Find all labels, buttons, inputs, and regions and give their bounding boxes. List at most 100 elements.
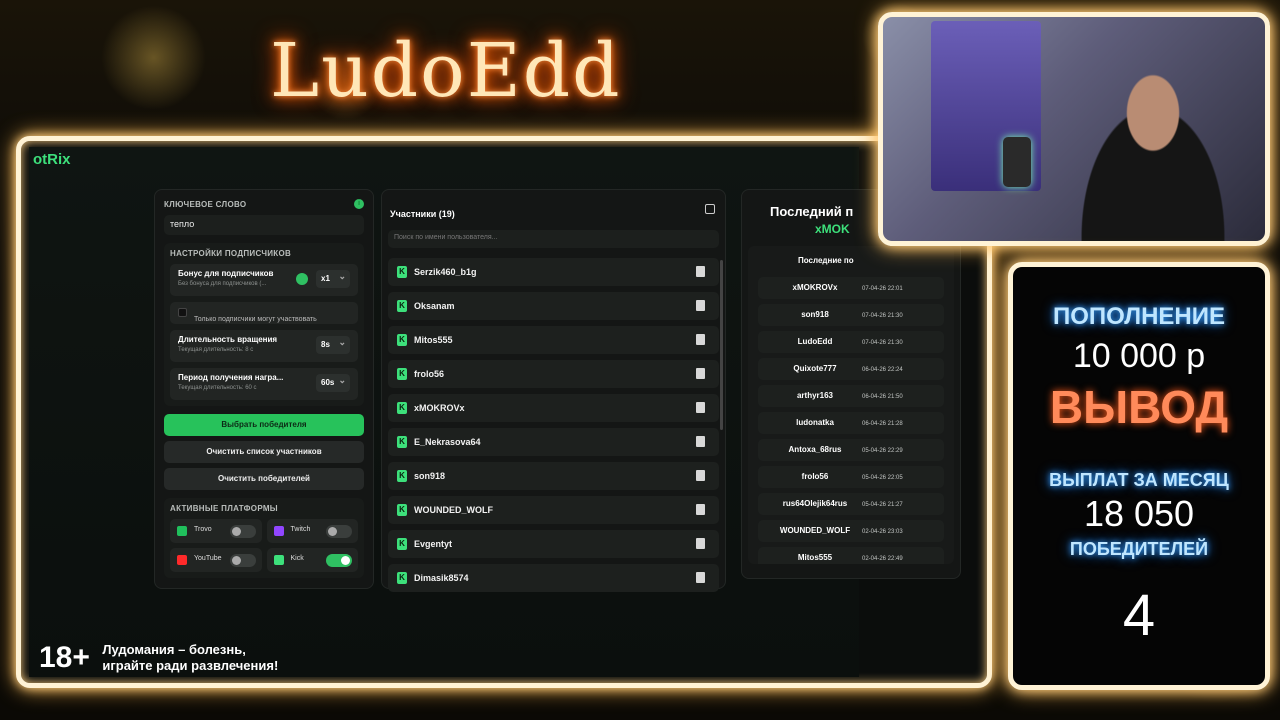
winner-row-date: 07-04-26 22:01 — [862, 286, 903, 292]
participant-search-input[interactable]: Поиск по имени пользователя... — [388, 230, 719, 248]
streamer-image — [1053, 57, 1253, 241]
winner-row: arthyr163 06-04-26 21:50 — [758, 385, 944, 407]
info-icon[interactable]: i — [354, 199, 364, 209]
participant-name: frolo56 — [414, 369, 445, 379]
pick-winner-button[interactable]: Выбрать победителя — [164, 414, 364, 436]
spin-row: Длительность вращения Текущая длительнос… — [170, 330, 358, 362]
platform-label: Twitch — [290, 526, 311, 533]
participant-name: son918 — [414, 471, 446, 481]
trash-icon[interactable] — [696, 334, 705, 345]
kick-icon: K — [397, 266, 407, 278]
participants-panel: Участники (19) Поиск по имени пользовате… — [381, 189, 726, 592]
platform-toggle[interactable] — [229, 525, 256, 538]
subscriber-settings: НАСТРОЙКИ ПОДПИСЧИКОВ Бонус для подписчи… — [164, 243, 364, 406]
winner-row-date: 06-04-26 21:28 — [862, 421, 903, 427]
trash-icon[interactable] — [696, 266, 705, 277]
clear-participants-button[interactable]: Очистить список участников — [164, 441, 364, 463]
channel-logo: LudoEdd — [270, 28, 640, 128]
winner-row-name: LudoEdd — [797, 337, 833, 346]
participant-row: K Mitos555 — [388, 326, 719, 354]
platform-label: YouTube — [194, 555, 222, 562]
trash-icon[interactable] — [696, 436, 705, 447]
trash-icon[interactable] — [696, 300, 705, 311]
participant-name: WOUNDED_WOLF — [414, 505, 493, 515]
reward-select[interactable]: 60s — [316, 374, 350, 392]
clear-winners-button[interactable]: Очистить победителей — [164, 468, 364, 490]
spin-select[interactable]: 8s — [316, 336, 350, 354]
participant-row: KxMOKROVx — [388, 394, 719, 422]
participants-title: Участники (19) — [390, 209, 455, 219]
winner-row-name: rus64Olejik64rus — [782, 499, 848, 508]
platform-icon — [177, 526, 187, 536]
checkbox[interactable] — [178, 308, 187, 317]
participant-name: Dimasik8574 — [414, 573, 469, 583]
winner-row: WOUNDED_WOLF 02-04-26 23:03 — [758, 520, 944, 542]
winner-row-date: 02-04-26 23:03 — [862, 529, 903, 535]
winner-row: ludonatka 06-04-26 21:28 — [758, 412, 944, 434]
winners-value: 4 — [1122, 583, 1156, 648]
copy-icon[interactable] — [705, 204, 715, 214]
participant-row: K WOUNDED_WOLF — [388, 496, 719, 524]
platform-label: Kick — [290, 555, 304, 562]
bonus-select[interactable]: x1 — [316, 270, 350, 288]
platform-label: Trovo — [194, 526, 212, 533]
recent-winners-list: xMOKROVx 07-04-26 22:01 son918 07-04-26 21:… — [748, 277, 954, 564]
winner-row-name: Quixote777 — [793, 364, 837, 373]
app-brand: otRix — [33, 151, 71, 168]
winner-row-date: 05-04-26 22:29 — [862, 448, 903, 454]
winner-panel: Последний п xMOK Последние по xMOKROVx 07… — [741, 189, 961, 579]
participant-name: Oksanam — [414, 301, 455, 311]
deposit-label: ПОПОЛНЕНИЕ — [1052, 303, 1225, 330]
winner-row-date: 07-04-26 21:30 — [862, 340, 903, 346]
warning-line-2: играйте ради развлечения! — [102, 658, 279, 673]
giveaway-app: otRix КЛЮЧЕВОЕ СЛОВО i тепло НАСТРОЙКИ П… — [29, 147, 961, 677]
trash-icon[interactable] — [696, 538, 705, 549]
platform-icon — [273, 555, 284, 565]
warning-line-1: Лудомания – болезнь, — [102, 642, 246, 657]
participant-name: E_Nekrasova64 — [414, 437, 481, 447]
keyword-input[interactable]: тепло — [164, 215, 364, 235]
info-icon[interactable] — [296, 273, 308, 285]
participant-row: Kfrolo56 — [388, 360, 719, 388]
winner-row-name: ludonatka — [796, 418, 834, 427]
gambling-warning: 18+ Лудомания – болезнь, играйте ради ра… — [39, 641, 278, 675]
winner-row: frolo56 05-04-26 22:05 — [758, 466, 944, 488]
participant-row: K Dimasik8574 — [388, 564, 719, 592]
settings-panel: КЛЮЧЕВОЕ СЛОВО i тепло НАСТРОЙКИ ПОДПИСЧ… — [154, 189, 374, 589]
withdraw-label: ВЫВОД — [1049, 381, 1229, 433]
kick-icon: K — [397, 504, 407, 516]
trash-icon[interactable] — [696, 470, 705, 481]
winner-row-date: 07-04-26 21:30 — [862, 313, 903, 319]
platforms-grid: Trovo Twitch YouTube Kick — [170, 519, 358, 572]
kick-icon: K — [397, 334, 407, 346]
winner-row-name: Mitos555 — [797, 553, 833, 562]
trash-icon[interactable] — [696, 572, 705, 583]
platform-kick: Kick — [266, 548, 358, 572]
participant-row: Kson918 — [388, 462, 719, 490]
kick-icon: K — [397, 368, 407, 380]
bonus-row: Бонус для подписчиков Без бонуса для под… — [170, 264, 358, 296]
keyword-label: КЛЮЧЕВОЕ СЛОВО — [164, 200, 247, 209]
platform-toggle[interactable] — [229, 554, 256, 567]
recent-winners-header: Последние по — [798, 256, 854, 265]
platform-twitch: Twitch — [266, 519, 358, 543]
only-subs-row[interactable]: Только подписчики могут участвовать — [170, 302, 358, 324]
winner-row: Quixote777 06-04-26 22:24 — [758, 358, 944, 380]
recent-winners: Последние по xMOKROVx 07-04-26 22:01 son91… — [748, 246, 954, 564]
kick-icon: K — [397, 402, 407, 414]
winner-row-name: Antoxa_68rus — [788, 445, 842, 454]
platform-toggle[interactable] — [326, 525, 352, 538]
platform-icon — [273, 526, 284, 536]
platform-trovo: Trovo — [170, 519, 262, 543]
participant-row: K Evgentyt — [388, 530, 719, 558]
winner-row: son918 07-04-26 21:30 — [758, 304, 944, 326]
winners-label: ПОБЕДИТЕЛЕЙ — [1069, 539, 1209, 559]
trash-icon[interactable] — [696, 504, 705, 515]
trash-icon[interactable] — [696, 402, 705, 413]
winner-row: Mitos555 02-04-26 22:49 — [758, 547, 944, 564]
stats-panel: ПОПОЛНЕНИЕ 10 000 р ВЫВОД ВЫПЛАТ ЗА МЕСЯ… — [1008, 262, 1270, 690]
platform-toggle[interactable] — [326, 554, 352, 567]
trash-icon[interactable] — [696, 368, 705, 379]
month-payout-value: 18 050 — [1083, 493, 1195, 534]
scrollbar[interactable] — [720, 260, 723, 430]
